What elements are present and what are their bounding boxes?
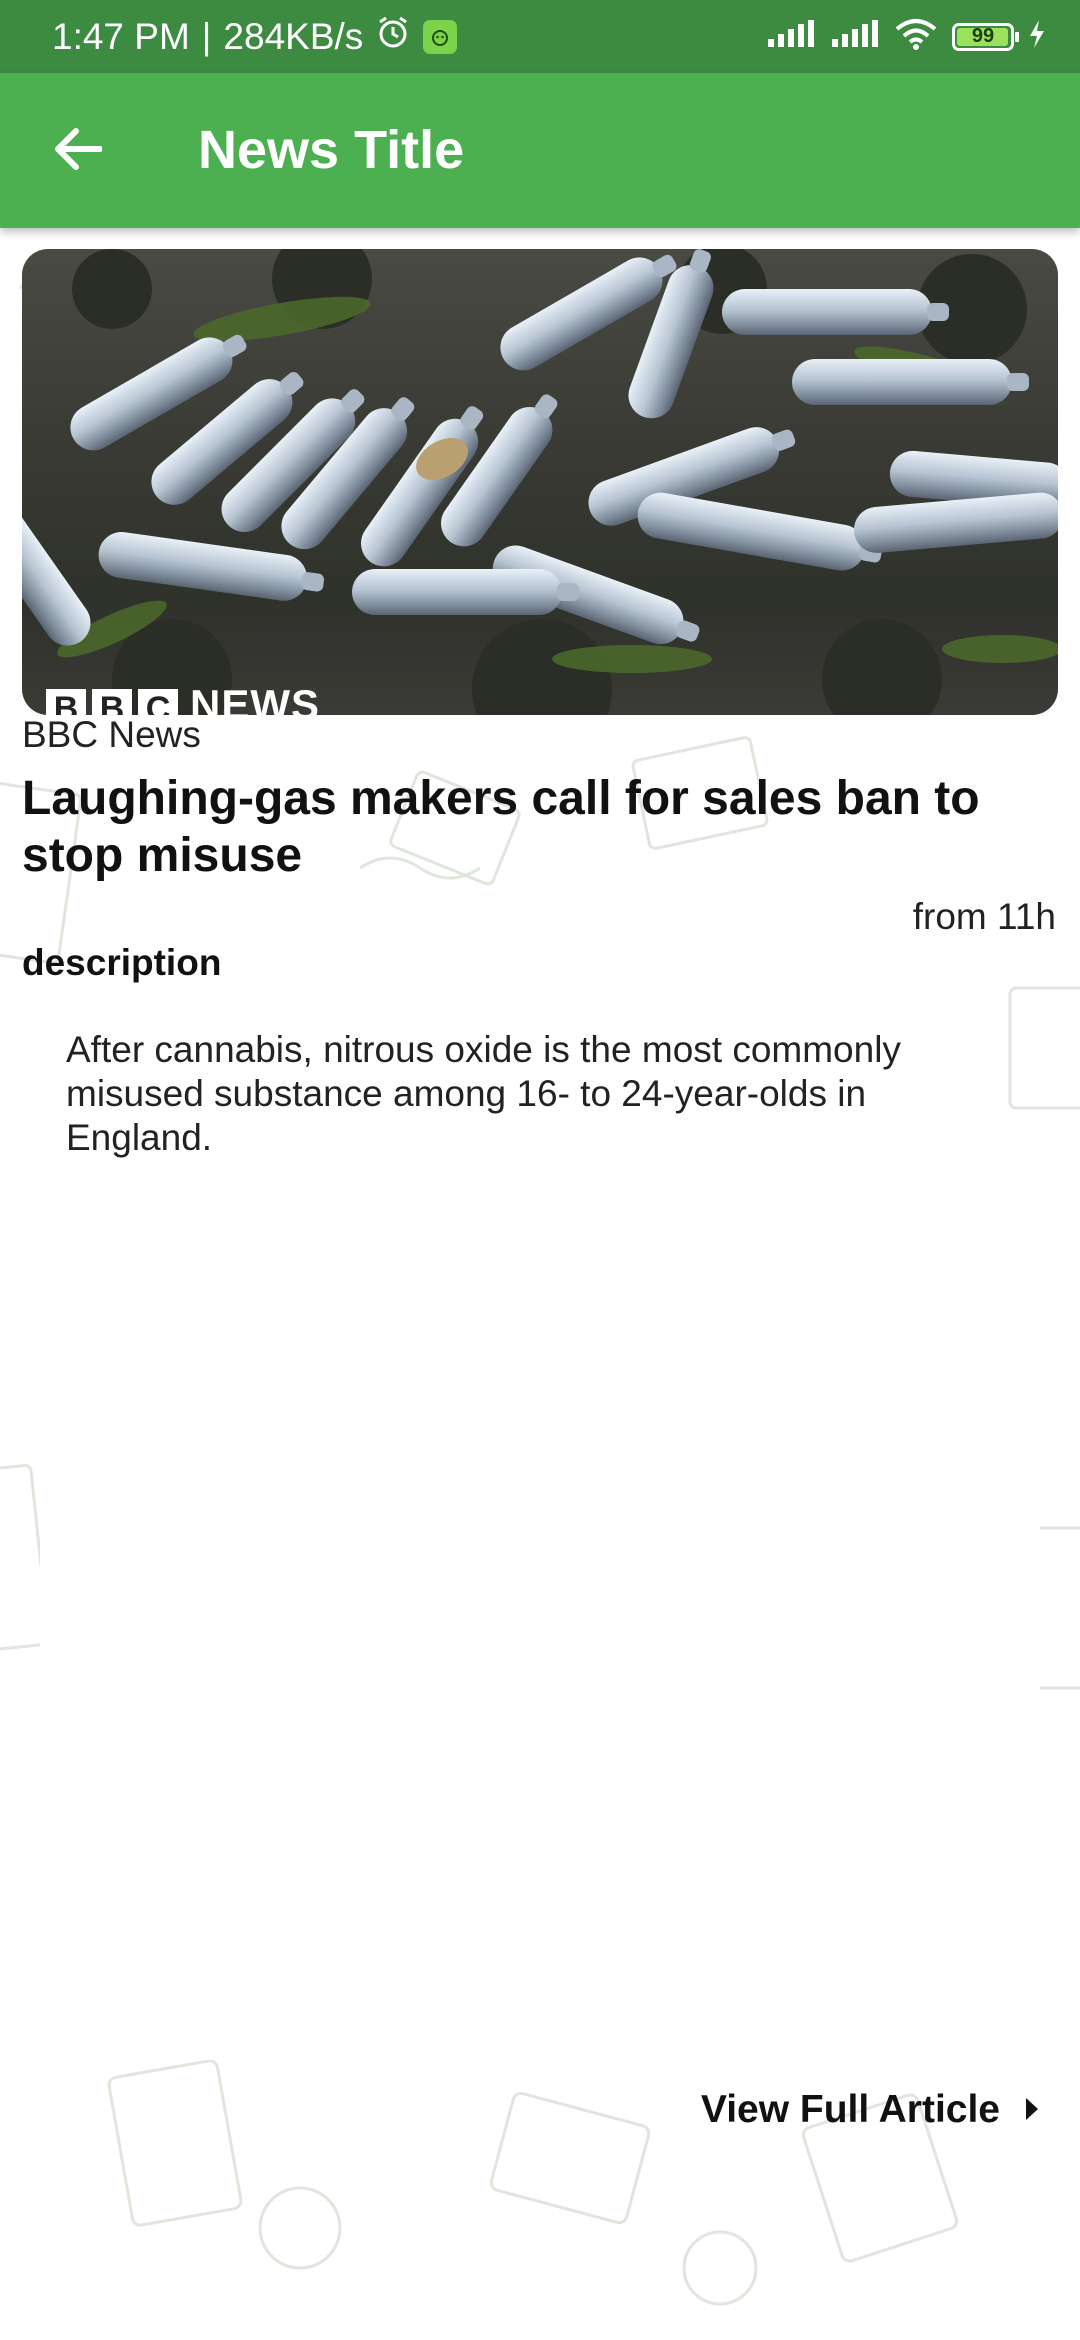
alarm-icon xyxy=(375,14,411,59)
logo-letter: B xyxy=(46,689,86,715)
logo-letter: C xyxy=(138,689,178,715)
chevron-right-icon xyxy=(1024,2088,1040,2132)
logo-word: NEWS xyxy=(190,681,320,715)
description-text: After cannabis, nitrous oxide is the mos… xyxy=(66,1029,901,1158)
charging-icon xyxy=(1028,19,1046,54)
news-headline: Laughing-gas makers call for sales ban t… xyxy=(22,772,980,882)
status-time: 1:47 PM xyxy=(52,15,190,57)
news-source: BBC News xyxy=(22,714,201,755)
news-time: from 11h xyxy=(912,896,1056,937)
content-background-wash xyxy=(40,1180,1040,2060)
signal-icon-2 xyxy=(830,19,880,54)
battery-level: 99 xyxy=(971,25,995,47)
status-bar: 1:47 PM | 284KB/s 99 xyxy=(0,0,1080,73)
logo-letter: B xyxy=(92,689,132,715)
app-bar: News Title xyxy=(0,73,1080,228)
back-button[interactable] xyxy=(40,113,116,189)
arrow-left-icon xyxy=(54,127,103,176)
signal-icon xyxy=(766,19,816,54)
battery-icon: 99 xyxy=(952,22,1019,51)
bbc-news-logo: B B C NEWS xyxy=(46,681,320,715)
page-title: News Title xyxy=(198,120,465,180)
app-badge-icon xyxy=(423,19,458,54)
description-label: description xyxy=(22,942,222,983)
status-separator: | xyxy=(201,15,212,57)
view-full-article-button[interactable]: View Full Article xyxy=(701,2088,1040,2132)
network-speed: 284KB/s xyxy=(223,15,364,57)
news-image[interactable]: B B C NEWS xyxy=(22,249,1058,715)
wifi-icon xyxy=(894,18,938,55)
view-full-article-label: View Full Article xyxy=(700,2088,1000,2131)
